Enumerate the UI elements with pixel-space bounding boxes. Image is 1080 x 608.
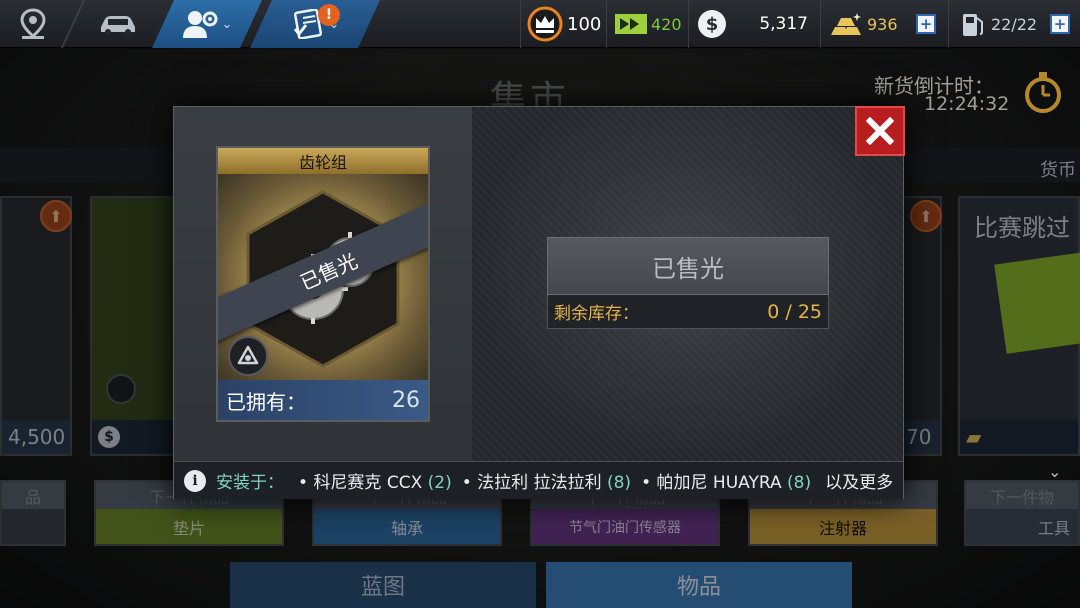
and-more-label: 以及更多 [825, 473, 894, 493]
gold-bars-icon [831, 13, 861, 35]
close-icon [866, 117, 894, 145]
market-card[interactable]: ⬆ 70 [898, 196, 942, 456]
add-gold-button[interactable]: + [916, 14, 936, 34]
map-pin-icon [20, 8, 46, 39]
fuel-pump-icon [963, 14, 983, 36]
next-item-button[interactable]: 下一件物 工具 [964, 480, 1080, 546]
item-card: 齿轮组 已售光 已拥有： 26 [216, 146, 430, 422]
tab-tasks[interactable]: ⌄ [250, 0, 380, 48]
item-art: 已售光 [218, 174, 428, 384]
installed-on-bar: i 安装于： • 科尼赛克 CCX (2) • 法拉利 拉法拉利 (8) • 帕… [174, 461, 903, 499]
car-entry: • 科尼赛克 CCX (2) [298, 473, 452, 493]
upgrade-arrow-icon: ⬆ [40, 200, 72, 232]
info-icon[interactable]: i [184, 469, 206, 492]
top-bar: ⌄ ⌄ ! 100 420 $ 5,317 [0, 0, 1080, 48]
close-button[interactable] [855, 106, 905, 156]
remaining-stock: 剩余库存： 0 / 25 [547, 295, 829, 329]
race-skips-counter: 420 [606, 0, 686, 48]
item-panel: 齿轮组 已售光 已拥有： 26 [174, 107, 472, 461]
owned-label: 已拥有： [226, 389, 306, 414]
tab-team[interactable]: ⌄ [152, 0, 262, 48]
item-detail-modal: 齿轮组 已售光 已拥有： 26 已售光 剩余库存： 0 / 25 i 安装于： … [173, 106, 905, 499]
chevron-down-icon: ⌄ [221, 16, 233, 32]
dollar-coin-icon: $ [98, 426, 120, 448]
race-skip-card[interactable]: 比赛跳过 ▰ [958, 196, 1080, 456]
stopwatch-icon [1025, 72, 1061, 113]
crown-icon [527, 6, 563, 42]
sold-out-label: 已售光 [547, 237, 829, 295]
stock-value: 0 / 25 [767, 300, 822, 323]
tab-garage[interactable] [76, 0, 160, 48]
upgrade-arrow-icon: ⬆ [910, 200, 942, 232]
item-name: 齿轮组 [218, 148, 428, 174]
part-type-icon [237, 345, 259, 365]
restock-timer-value: 12:24:32 [924, 93, 1010, 115]
car-entry: • 法拉利 拉法拉利 (8) [461, 473, 632, 493]
owned-value: 26 [392, 387, 420, 413]
race-skip-title: 比赛跳过 [974, 214, 1070, 242]
next-item-button[interactable]: 品 [0, 480, 66, 546]
alert-badge: ! [318, 4, 340, 26]
gold-bars-icon: ▰ [966, 425, 982, 449]
stock-label: 剩余库存： [554, 304, 639, 324]
fast-forward-icon [994, 252, 1080, 354]
tab-map[interactable] [0, 0, 66, 48]
part-type-icon [106, 374, 136, 404]
currency-label: 货币 [1040, 160, 1076, 181]
dollar-coin-icon: $ [698, 10, 726, 38]
crowns-counter: 100 [520, 0, 604, 48]
installed-label: 安装于： [216, 473, 284, 493]
car-entry: • 帕加尼 HUAYRA (8) [641, 473, 812, 493]
part-type-badge [228, 336, 268, 376]
owned-count: 已拥有： 26 [218, 380, 428, 420]
market-card[interactable]: $ [90, 196, 176, 456]
chevron-down-icon: ⌄ [1048, 462, 1062, 481]
gold-counter: 936 + [820, 0, 946, 48]
tab-blueprints[interactable]: 蓝图 [230, 562, 536, 608]
fuel-counter: 22/22 + [948, 0, 1080, 48]
add-fuel-button[interactable]: + [1050, 14, 1070, 34]
svg-text:$: $ [706, 14, 719, 35]
sold-out-status: 已售光 剩余库存： 0 / 25 [547, 237, 829, 329]
team-settings-icon [182, 11, 218, 38]
fast-forward-icon [615, 14, 647, 34]
car-icon [101, 16, 135, 35]
tab-items[interactable]: 物品 [546, 562, 852, 608]
cash-counter: $ 5,317 [688, 0, 818, 48]
market-card[interactable]: ⬆ 4,500 [0, 196, 72, 456]
